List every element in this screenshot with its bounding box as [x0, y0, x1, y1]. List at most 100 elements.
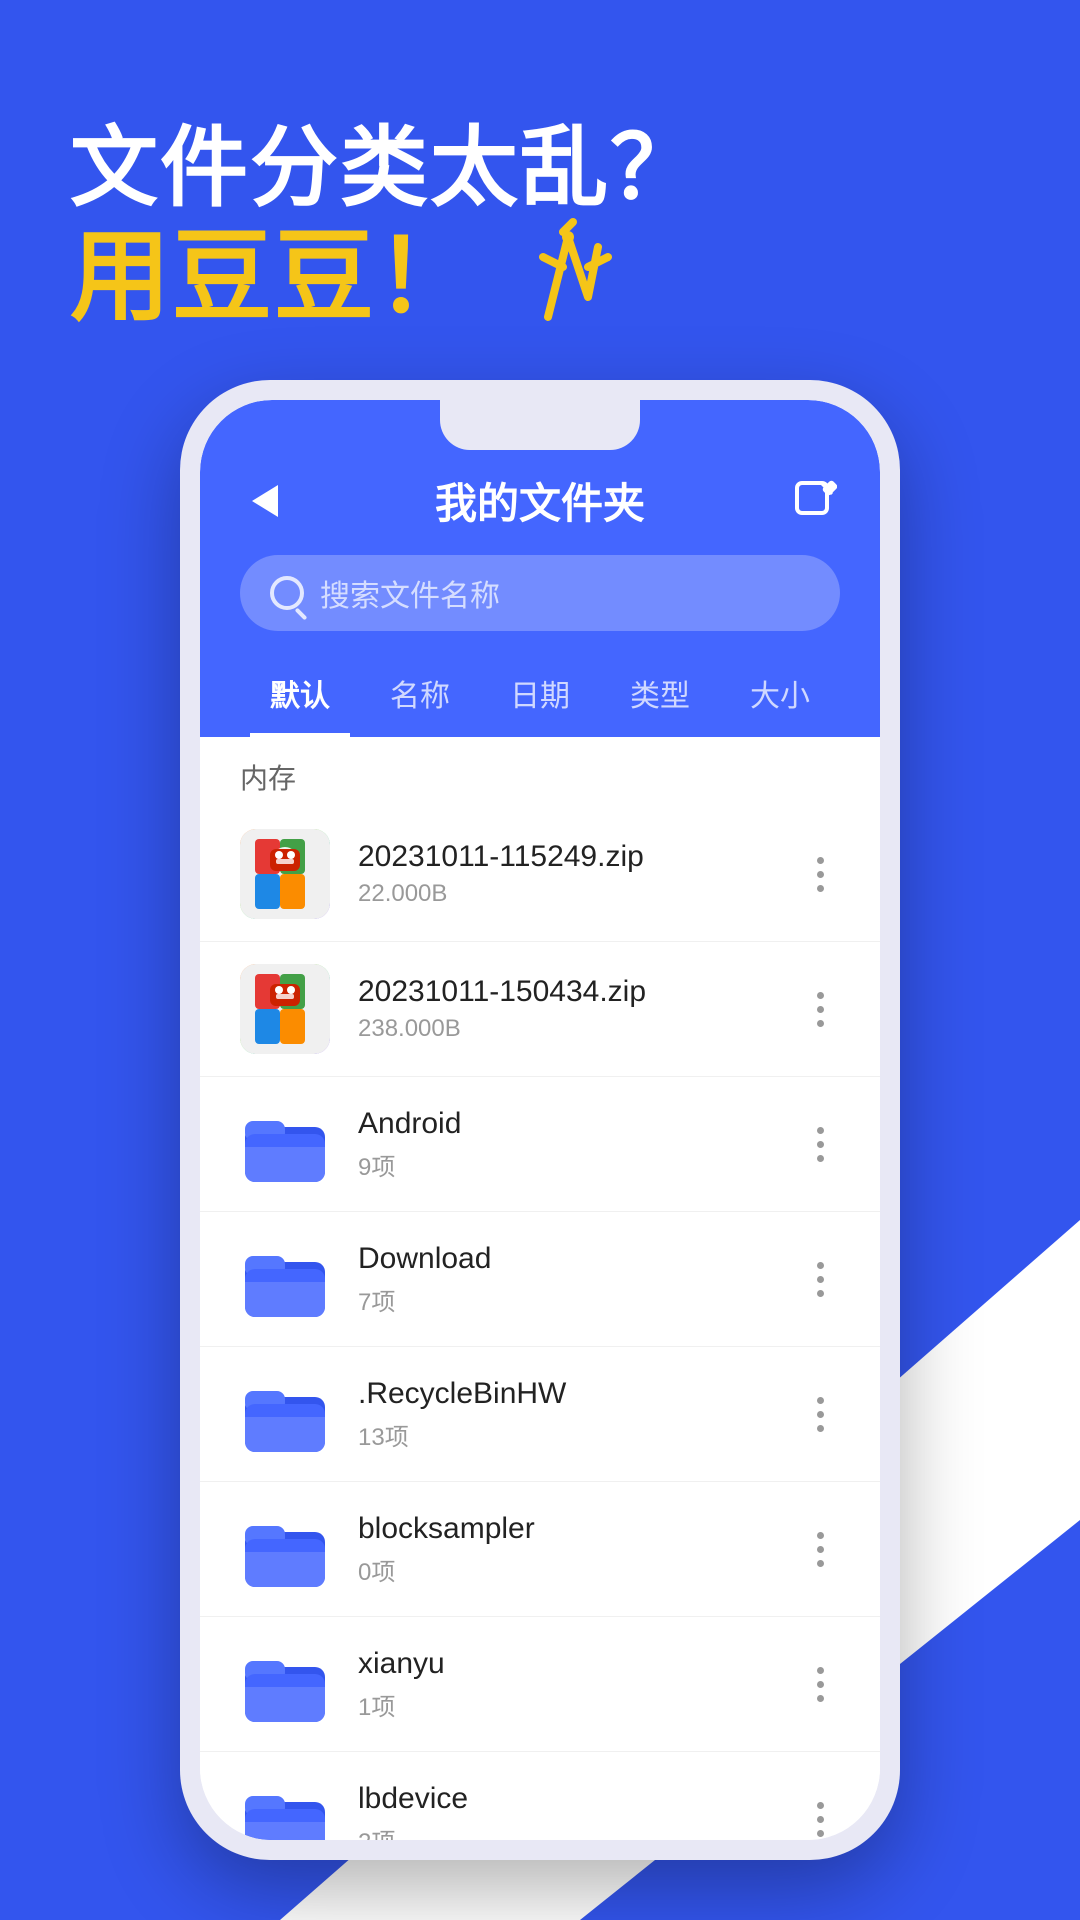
- dot: [817, 1141, 824, 1148]
- list-item[interactable]: .RecycleBinHW 13项: [200, 1347, 880, 1482]
- app-title: 我的文件夹: [435, 470, 645, 531]
- file-list: 内存: [200, 737, 880, 1840]
- dot: [817, 857, 824, 864]
- sort-tab-size[interactable]: 大小: [730, 661, 830, 737]
- folder-svg: [240, 1099, 330, 1189]
- dot: [817, 1695, 824, 1702]
- sort-tab-date[interactable]: 日期: [490, 661, 590, 737]
- file-meta: 22.000B: [358, 880, 800, 908]
- more-options-button[interactable]: [800, 1249, 840, 1309]
- more-options-button[interactable]: [800, 979, 840, 1039]
- file-info: blocksampler 0项: [358, 1512, 800, 1587]
- search-bar[interactable]: 搜索文件名称: [240, 555, 840, 631]
- search-icon: [270, 576, 304, 610]
- hero-line2-text: 用豆豆！: [70, 222, 478, 332]
- dot: [817, 1127, 824, 1134]
- phone-screen: 我的文件夹 搜索文件名称 默认: [200, 400, 880, 1840]
- dot: [817, 1560, 824, 1567]
- file-meta: 9项: [358, 1147, 800, 1182]
- dot: [817, 1262, 824, 1269]
- file-info: lbdevice 2项: [358, 1782, 800, 1841]
- sort-tabs: 默认 名称 日期 类型 大小: [240, 661, 840, 737]
- dot: [817, 1532, 824, 1539]
- file-name: blocksampler: [358, 1512, 800, 1546]
- title-bar: 我的文件夹: [240, 460, 840, 531]
- list-item[interactable]: 20231011-115249.zip 22.000B: [200, 807, 880, 942]
- list-item[interactable]: xianyu 1项: [200, 1617, 880, 1752]
- dot: [817, 1830, 824, 1837]
- folder-icon: [240, 1099, 330, 1189]
- folder-icon: [240, 1504, 330, 1594]
- file-name: 20231011-115249.zip: [358, 840, 800, 874]
- file-info: 20231011-115249.zip 22.000B: [358, 840, 800, 908]
- zip-file-icon: [240, 829, 330, 919]
- folder-icon: [240, 1774, 330, 1840]
- dot: [817, 1006, 824, 1013]
- file-name: lbdevice: [358, 1782, 800, 1816]
- more-options-button[interactable]: [800, 844, 840, 904]
- file-info: Download 7项: [358, 1242, 800, 1317]
- phone-frame: 我的文件夹 搜索文件名称 默认: [180, 380, 900, 1860]
- folder-icon: [240, 1234, 330, 1324]
- file-meta: 2项: [358, 1822, 800, 1841]
- search-placeholder: 搜索文件名称: [320, 571, 500, 615]
- folder-icon: [240, 1639, 330, 1729]
- dot: [817, 1276, 824, 1283]
- sort-tab-type[interactable]: 类型: [610, 661, 710, 737]
- section-label: 内存: [200, 737, 880, 807]
- file-meta: 1项: [358, 1687, 800, 1722]
- phone-notch: [440, 400, 640, 450]
- hero-line2: 用豆豆！: [70, 217, 700, 337]
- dot: [817, 1425, 824, 1432]
- dot: [817, 871, 824, 878]
- file-meta: 7项: [358, 1282, 800, 1317]
- dot: [817, 1681, 824, 1688]
- dot: [817, 1290, 824, 1297]
- file-name: xianyu: [358, 1647, 800, 1681]
- dot: [817, 1155, 824, 1162]
- dot: [817, 885, 824, 892]
- file-info: xianyu 1项: [358, 1647, 800, 1722]
- app-header: 我的文件夹 搜索文件名称 默认: [200, 400, 880, 737]
- more-options-button[interactable]: [800, 1114, 840, 1174]
- list-item[interactable]: blocksampler 0项: [200, 1482, 880, 1617]
- edit-button[interactable]: [790, 476, 840, 526]
- more-options-button[interactable]: [800, 1654, 840, 1714]
- list-item[interactable]: Android 9项: [200, 1077, 880, 1212]
- more-options-button[interactable]: [800, 1384, 840, 1444]
- more-options-button[interactable]: [800, 1789, 840, 1840]
- file-info: Android 9项: [358, 1107, 800, 1182]
- back-arrow-icon: [252, 485, 278, 517]
- sort-tab-name[interactable]: 名称: [370, 661, 470, 737]
- dot: [817, 1802, 824, 1809]
- hero-text-area: 文件分类太乱？ 用豆豆！: [70, 120, 700, 337]
- back-button[interactable]: [240, 476, 290, 526]
- dot: [817, 1397, 824, 1404]
- file-name: .RecycleBinHW: [358, 1377, 800, 1411]
- dot: [817, 1816, 824, 1823]
- file-info: .RecycleBinHW 13项: [358, 1377, 800, 1452]
- folder-icon: [240, 1369, 330, 1459]
- dot: [817, 1020, 824, 1027]
- dot: [817, 992, 824, 999]
- edit-icon: [793, 479, 837, 523]
- file-info: 20231011-150434.zip 238.000B: [358, 975, 800, 1043]
- hero-line1: 文件分类太乱？: [70, 120, 700, 217]
- list-item[interactable]: 20231011-150434.zip 238.000B: [200, 942, 880, 1077]
- star-doodle-icon: [488, 217, 618, 337]
- dot: [817, 1411, 824, 1418]
- dot: [817, 1667, 824, 1674]
- file-name: Download: [358, 1242, 800, 1276]
- zip-file-icon: [240, 964, 330, 1054]
- list-item[interactable]: Download 7项: [200, 1212, 880, 1347]
- file-meta: 0项: [358, 1552, 800, 1587]
- list-item[interactable]: lbdevice 2项: [200, 1752, 880, 1840]
- phone-mockup: 我的文件夹 搜索文件名称 默认: [180, 380, 900, 1860]
- file-meta: 238.000B: [358, 1015, 800, 1043]
- sort-tab-default[interactable]: 默认: [250, 661, 350, 737]
- file-meta: 13项: [358, 1417, 800, 1452]
- file-name: Android: [358, 1107, 800, 1141]
- dot: [817, 1546, 824, 1553]
- more-options-button[interactable]: [800, 1519, 840, 1579]
- file-name: 20231011-150434.zip: [358, 975, 800, 1009]
